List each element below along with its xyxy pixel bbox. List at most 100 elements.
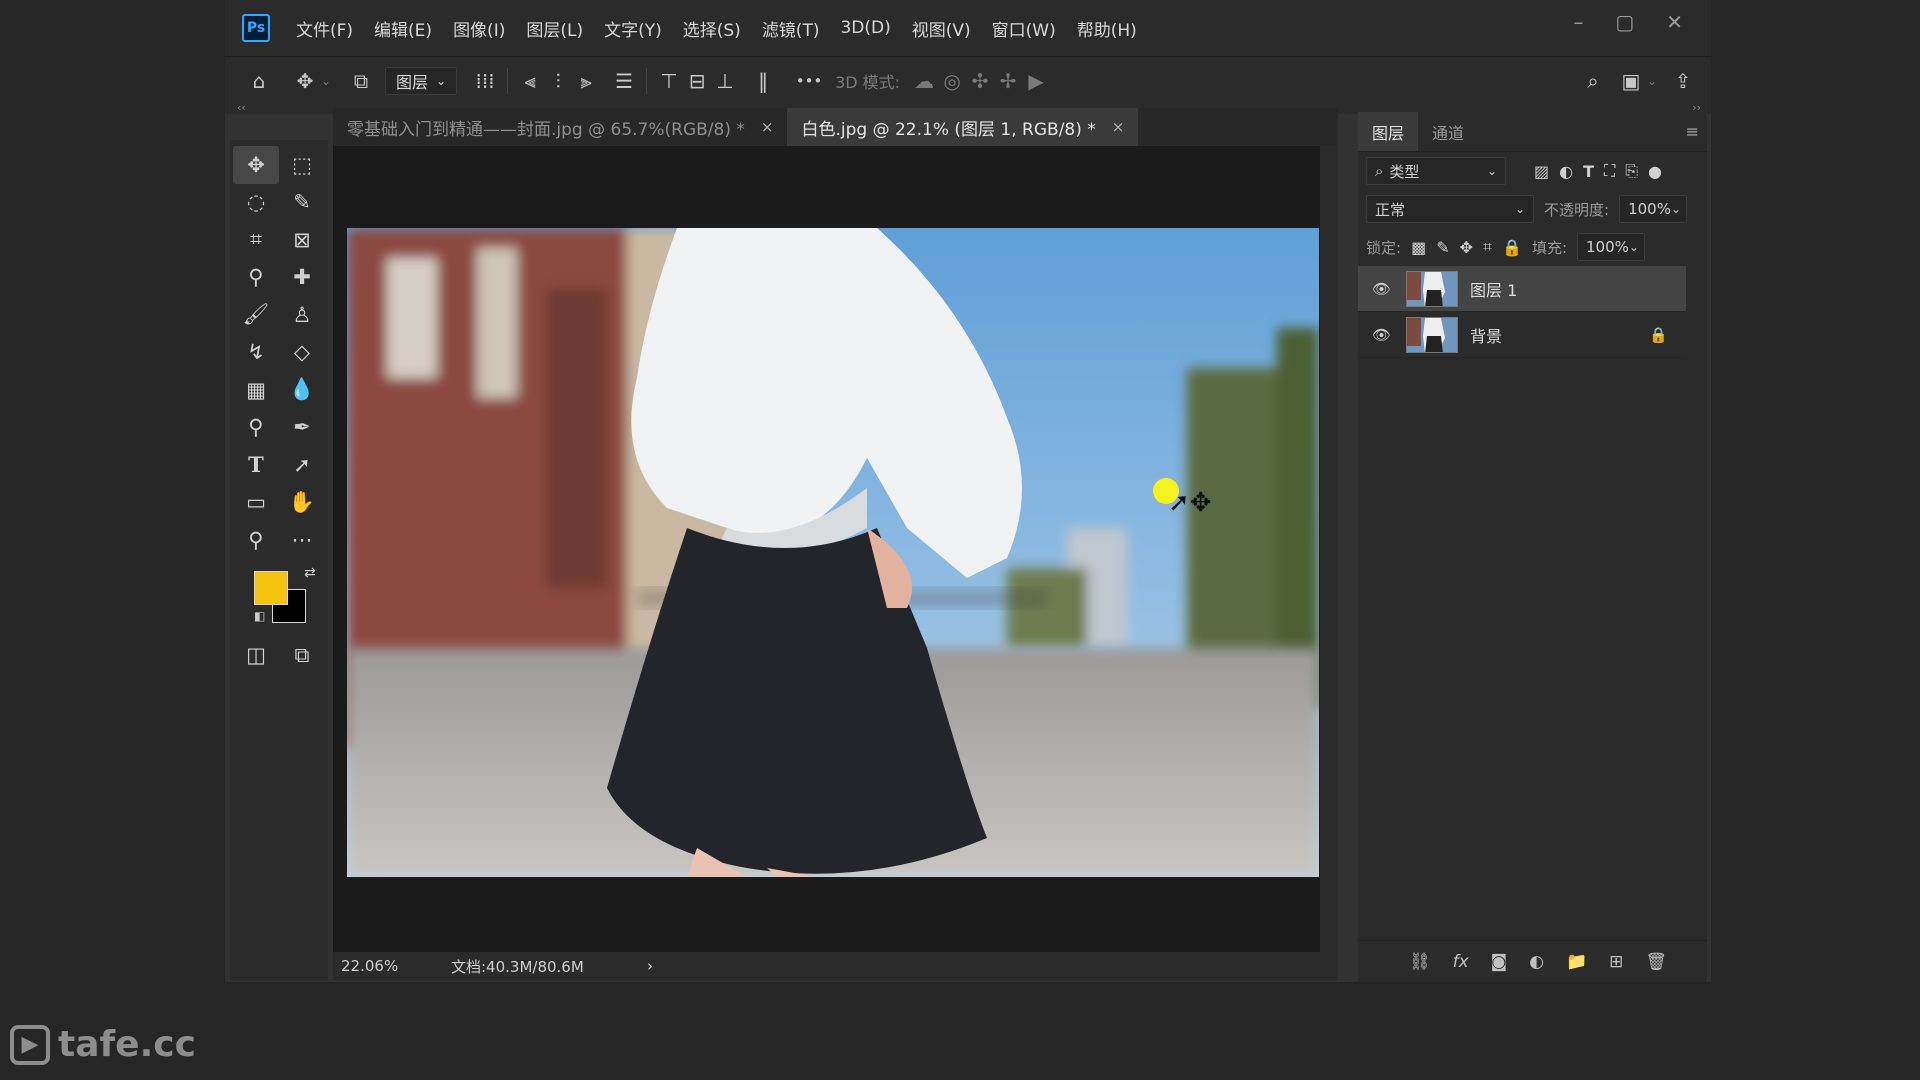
blend-mode-dropdown[interactable]: 正常 ⌄ bbox=[1366, 195, 1534, 223]
more-tools-icon[interactable]: ⋯ bbox=[279, 521, 325, 559]
layer-row[interactable]: 👁 图层 1 bbox=[1358, 266, 1686, 312]
brush-tool-icon[interactable]: 🖌 bbox=[233, 296, 279, 334]
distribute-vertical-icon[interactable]: ‖ bbox=[749, 67, 777, 95]
close-icon[interactable]: × bbox=[1112, 118, 1125, 136]
menu-edit[interactable]: 编辑(E) bbox=[374, 16, 432, 41]
delete-layer-icon[interactable]: 🗑 bbox=[1645, 952, 1667, 972]
align-left-icon[interactable]: ⫷ bbox=[516, 67, 544, 95]
lock-artboard-icon[interactable]: ⌗ bbox=[1483, 237, 1492, 257]
adjustment-layer-icon[interactable]: ◐ bbox=[1529, 952, 1544, 972]
path-select-tool-icon[interactable]: ➚ bbox=[279, 446, 325, 484]
default-colors-icon[interactable]: ◧ bbox=[254, 609, 265, 623]
clone-stamp-tool-icon[interactable]: ♙ bbox=[279, 296, 325, 334]
new-layer-icon[interactable]: ⊞ bbox=[1609, 952, 1623, 972]
fill-field[interactable]: 100% ⌄ bbox=[1577, 233, 1645, 261]
menu-window[interactable]: 窗口(W) bbox=[992, 16, 1056, 41]
filter-adjustment-icon[interactable]: ◐ bbox=[1559, 162, 1573, 181]
collapse-left-icon[interactable]: ‹‹ bbox=[237, 101, 246, 114]
zoom-level[interactable]: 22.06% bbox=[341, 957, 451, 975]
quick-select-tool-icon[interactable]: ✎ bbox=[279, 184, 325, 222]
filter-smart-object-icon[interactable]: ⎘ bbox=[1625, 161, 1638, 181]
3d-roll-icon[interactable]: ◎ bbox=[938, 67, 966, 95]
distribute-icon[interactable]: ☰ bbox=[610, 67, 638, 95]
eye-icon[interactable]: 👁 bbox=[1372, 326, 1394, 344]
menu-view[interactable]: 视图(V) bbox=[912, 16, 971, 41]
tab-cover-document[interactable]: 零基础入门到精通——封面.jpg @ 65.7%(RGB/8) * × bbox=[333, 108, 787, 146]
foreground-color-swatch[interactable] bbox=[254, 570, 288, 605]
swap-colors-icon[interactable]: ⇄ bbox=[304, 565, 316, 581]
gradient-tool-icon[interactable]: ▦ bbox=[233, 371, 279, 409]
tab-layers[interactable]: 图层 bbox=[1358, 112, 1419, 151]
align-top-icon[interactable]: ⊤ bbox=[655, 67, 683, 95]
layer-style-icon[interactable]: fx bbox=[1453, 952, 1469, 972]
home-icon[interactable]: ⌂ bbox=[245, 67, 273, 95]
chevron-down-icon[interactable]: ⌄ bbox=[1645, 67, 1659, 95]
move-tool-icon[interactable]: ✥ bbox=[233, 146, 279, 184]
pen-tool-icon[interactable]: ✒ bbox=[279, 409, 325, 447]
lasso-tool-icon[interactable]: ◌ bbox=[233, 184, 279, 222]
lock-image-icon[interactable]: ✎ bbox=[1436, 238, 1449, 257]
layer-filter-dropdown[interactable]: ⌕ 类型 ⌄ bbox=[1366, 157, 1506, 185]
menu-layer[interactable]: 图层(L) bbox=[526, 16, 583, 41]
type-tool-icon[interactable]: T bbox=[233, 446, 279, 484]
panel-menu-icon[interactable]: ≡ bbox=[1686, 122, 1699, 141]
add-mask-icon[interactable]: ◙ bbox=[1491, 952, 1508, 972]
3d-slide-icon[interactable]: ✢ bbox=[994, 67, 1022, 95]
opacity-field[interactable]: 100% ⌄ bbox=[1619, 195, 1688, 223]
layer-row[interactable]: 👁 背景 🔒 bbox=[1358, 312, 1686, 358]
more-options-button[interactable]: ••• bbox=[795, 67, 823, 95]
move-tool-icon[interactable]: ✥ bbox=[291, 67, 319, 95]
auto-select-icon[interactable]: ⧉ bbox=[347, 67, 375, 95]
healing-brush-tool-icon[interactable]: ✚ bbox=[279, 259, 325, 297]
eraser-tool-icon[interactable]: ◇ bbox=[279, 334, 325, 372]
canvas-image[interactable] bbox=[347, 228, 1319, 877]
hand-tool-icon[interactable]: ✋ bbox=[279, 484, 325, 522]
chevron-down-icon[interactable]: ⌄ bbox=[319, 67, 333, 95]
marquee-tool-icon[interactable]: ⬚ bbox=[279, 146, 325, 184]
tab-white-document[interactable]: 白色.jpg @ 22.1% (图层 1, RGB/8) * × bbox=[787, 108, 1139, 146]
dodge-tool-icon[interactable]: ⚲ bbox=[233, 409, 279, 447]
menu-type[interactable]: 文字(Y) bbox=[604, 16, 662, 41]
3d-orbit-icon[interactable]: ☁ bbox=[910, 67, 938, 95]
eyedropper-tool-icon[interactable]: ⚲ bbox=[233, 259, 279, 297]
search-icon[interactable]: ⌕ bbox=[1579, 67, 1607, 95]
align-right-icon[interactable]: ⫸ bbox=[572, 67, 600, 95]
menu-select[interactable]: 选择(S) bbox=[683, 16, 741, 41]
menu-help[interactable]: 帮助(H) bbox=[1077, 16, 1137, 41]
crop-tool-icon[interactable]: ⌗ bbox=[233, 221, 279, 259]
align-hcenter-icon[interactable]: ⫶ bbox=[544, 67, 572, 95]
close-icon[interactable]: × bbox=[761, 118, 774, 136]
lock-position-icon[interactable]: ✥ bbox=[1460, 238, 1473, 257]
link-layers-icon[interactable]: ⛓ bbox=[1409, 952, 1431, 972]
vertical-scrollbar[interactable] bbox=[1320, 146, 1338, 952]
screen-mode-icon[interactable]: ⧉ bbox=[279, 637, 325, 675]
filter-type-icon[interactable]: T bbox=[1583, 162, 1594, 181]
rectangle-tool-icon[interactable]: ▭ bbox=[233, 484, 279, 522]
eye-icon[interactable]: 👁 bbox=[1372, 280, 1394, 298]
lock-transparent-icon[interactable]: ▩ bbox=[1411, 238, 1426, 257]
filter-pixel-icon[interactable]: ▨ bbox=[1534, 162, 1549, 181]
filter-shape-icon[interactable]: ⛶ bbox=[1604, 161, 1615, 181]
3d-camera-icon[interactable]: ▶ bbox=[1022, 67, 1050, 95]
maximize-button[interactable]: ▢ bbox=[1615, 10, 1634, 34]
tab-channels[interactable]: 通道 bbox=[1418, 112, 1478, 151]
zoom-tool-icon[interactable]: ⚲ bbox=[233, 521, 279, 559]
status-menu-arrow[interactable]: › bbox=[647, 957, 653, 975]
close-window-button[interactable]: ✕ bbox=[1666, 10, 1683, 34]
filter-toggle-icon[interactable]: ● bbox=[1648, 162, 1662, 181]
auto-select-target-dropdown[interactable]: 图层 ⌄ bbox=[385, 66, 458, 95]
new-group-icon[interactable]: 📁 bbox=[1566, 952, 1587, 972]
align-bottom-icon[interactable]: ⊥ bbox=[711, 67, 739, 95]
menu-3d[interactable]: 3D(D) bbox=[840, 18, 890, 38]
history-brush-tool-icon[interactable]: ↯ bbox=[233, 334, 279, 372]
menu-image[interactable]: 图像(I) bbox=[453, 16, 505, 41]
share-icon[interactable]: ⇪ bbox=[1669, 67, 1697, 95]
minimize-button[interactable]: – bbox=[1573, 10, 1583, 34]
transform-controls-icon[interactable]: ⁞⁞⁞ bbox=[471, 67, 499, 95]
align-vcenter-icon[interactable]: ⊟ bbox=[683, 67, 711, 95]
3d-pan-icon[interactable]: ✣ bbox=[966, 67, 994, 95]
frame-tool-icon[interactable]: ⊠ bbox=[279, 221, 325, 259]
quick-mask-icon[interactable]: ◫ bbox=[233, 637, 279, 675]
lock-all-icon[interactable]: 🔒 bbox=[1502, 238, 1522, 257]
menu-file[interactable]: 文件(F) bbox=[296, 16, 353, 41]
